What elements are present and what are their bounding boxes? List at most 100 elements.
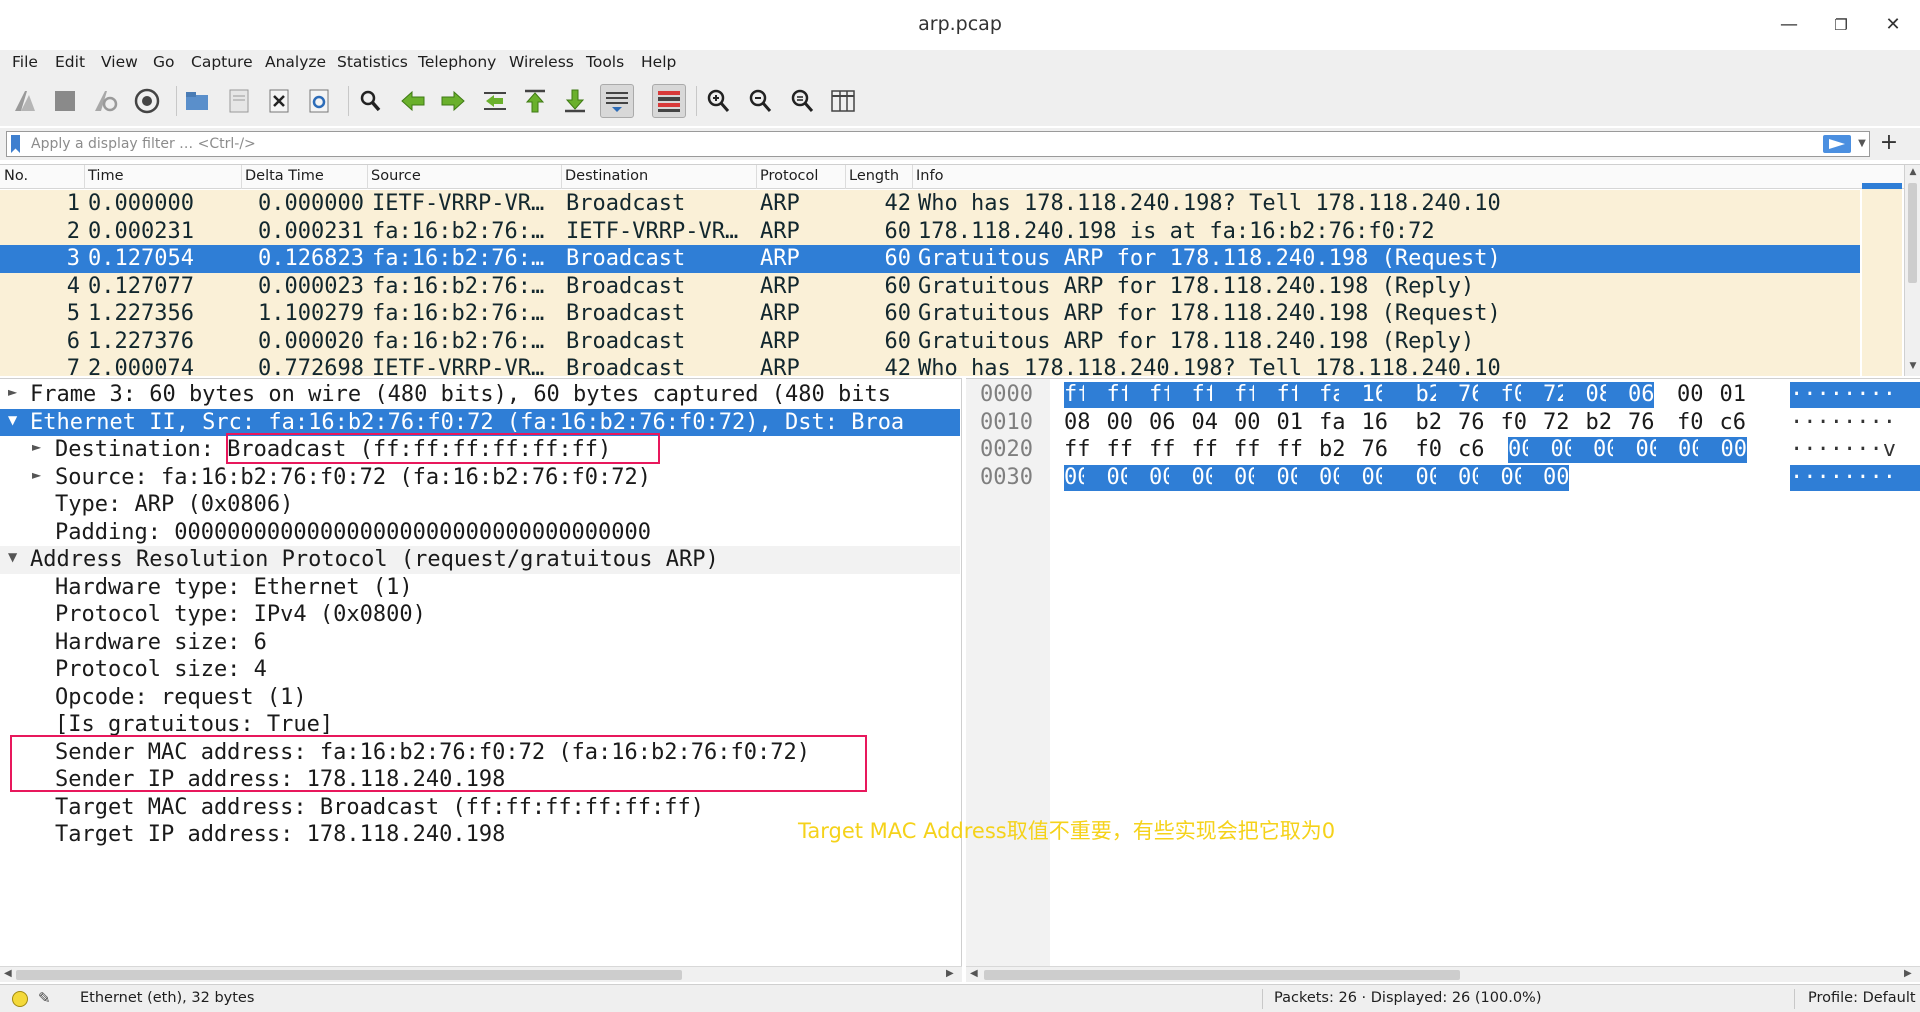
go-last-packet-icon[interactable] — [558, 84, 592, 118]
bytes-hscrollbar[interactable]: ◀ ▶ — [966, 966, 1920, 982]
collapse-arrow-icon[interactable]: ▼ — [8, 550, 17, 564]
hex-byte[interactable]: 72 — [1543, 410, 1570, 436]
hex-byte[interactable]: 00 — [1415, 464, 1442, 491]
auto-scroll-icon[interactable] — [600, 84, 634, 118]
status-profile[interactable]: Profile: Default — [1808, 990, 1916, 1006]
hex-byte[interactable]: 00 — [1458, 464, 1485, 491]
hex-byte[interactable]: ff — [1064, 382, 1091, 408]
chevron-down-icon[interactable]: ▼ — [1855, 134, 1869, 154]
menu-tools[interactable]: Tools — [586, 53, 624, 71]
scroll-thumb[interactable] — [984, 970, 1460, 980]
hex-byte[interactable]: 08 — [1585, 382, 1612, 408]
expand-arrow-icon[interactable]: ► — [32, 468, 41, 482]
hex-byte[interactable]: 06 — [1628, 382, 1655, 408]
hex-byte[interactable]: 00 — [1064, 464, 1091, 491]
hex-ascii[interactable]: ········ — [1790, 410, 1920, 436]
tree-item-arp-hw-type[interactable]: Hardware type: Ethernet (1) — [0, 574, 960, 602]
scroll-left-icon[interactable]: ◀ — [970, 968, 978, 979]
hex-row[interactable]: 0000 ff ff ff ff ff ff fa 16 b2 76 f0 72… — [966, 381, 1920, 409]
packet-row[interactable]: 7 2.000074 0.772698 IETF-VRRP-VR… Broadc… — [0, 355, 1860, 376]
hex-byte[interactable]: 00 — [1543, 464, 1570, 491]
hex-byte[interactable]: 00 — [1149, 464, 1176, 491]
expand-arrow-icon[interactable]: ► — [32, 440, 41, 454]
restart-capture-icon[interactable] — [88, 84, 122, 118]
hex-byte[interactable]: 00 — [1677, 382, 1704, 408]
tree-item-arp-opcode[interactable]: Opcode: request (1) — [0, 684, 960, 712]
minimize-icon[interactable]: — — [1774, 12, 1804, 38]
scroll-left-icon[interactable]: ◀ — [4, 968, 12, 979]
hex-byte[interactable]: 01 — [1277, 410, 1304, 436]
packet-row[interactable]: 5 1.227356 1.100279 fa:16:b2:76:… Broadc… — [0, 300, 1860, 328]
hex-ascii[interactable]: ········ — [1790, 464, 1920, 491]
scroll-right-icon[interactable]: ▶ — [946, 968, 954, 979]
reload-file-icon[interactable] — [302, 84, 336, 118]
hex-byte[interactable]: 00 — [1635, 437, 1662, 463]
hex-byte[interactable]: 06 — [1149, 410, 1176, 436]
tree-item-arp[interactable]: ▼ Address Resolution Protocol (request/g… — [0, 546, 960, 574]
restore-icon[interactable]: ❐ — [1826, 12, 1856, 38]
scroll-right-icon[interactable]: ▶ — [1904, 968, 1912, 979]
menu-telephony[interactable]: Telephony — [418, 53, 496, 71]
apply-filter-arrow-icon[interactable] — [1823, 135, 1851, 153]
zoom-out-icon[interactable] — [744, 84, 778, 118]
hex-byte[interactable]: f0 — [1677, 410, 1704, 436]
hex-byte[interactable]: ff — [1276, 382, 1303, 408]
hex-byte[interactable]: b2 — [1319, 437, 1346, 463]
hex-byte[interactable]: ff — [1191, 382, 1218, 408]
hex-byte[interactable]: f0 — [1500, 382, 1527, 408]
menu-view[interactable]: View — [101, 53, 138, 71]
hex-byte[interactable]: 00 — [1234, 464, 1261, 491]
start-capture-icon[interactable] — [8, 84, 42, 118]
hex-byte[interactable]: fa — [1319, 382, 1346, 408]
column-header-time[interactable]: Time — [88, 168, 124, 188]
hex-byte[interactable]: ff — [1106, 382, 1133, 408]
scroll-up-icon[interactable]: ▲ — [1907, 167, 1919, 179]
scroll-thumb[interactable] — [1908, 183, 1917, 283]
capture-options-icon[interactable] — [130, 84, 164, 118]
tree-item-arp-hw-size[interactable]: Hardware size: 6 — [0, 629, 960, 657]
hex-byte[interactable]: 16 — [1362, 410, 1389, 436]
expert-info-icon[interactable] — [12, 991, 28, 1007]
zoom-normal-icon[interactable] — [786, 84, 820, 118]
hex-byte[interactable]: 00 — [1191, 464, 1218, 491]
hex-byte[interactable]: 00 — [1593, 437, 1620, 463]
hex-byte[interactable]: ff — [1064, 437, 1091, 463]
tree-item-eth-source[interactable]: ► Source: fa:16:b2:76:f0:72 (fa:16:b2:76… — [0, 464, 960, 492]
packet-row[interactable]: 4 0.127077 0.000023 fa:16:b2:76:… Broadc… — [0, 272, 1860, 300]
close-file-icon[interactable] — [262, 84, 296, 118]
menu-statistics[interactable]: Statistics — [337, 53, 408, 71]
details-hscrollbar[interactable]: ◀ ▶ — [0, 966, 962, 982]
hex-byte[interactable]: 00 — [1106, 464, 1133, 491]
hex-byte[interactable]: 00 — [1508, 437, 1535, 463]
hex-row[interactable]: 0010 08 00 06 04 00 01 fa 16 b2 76 f0 72… — [966, 409, 1920, 437]
hex-byte[interactable]: ff — [1107, 437, 1134, 463]
hex-byte[interactable]: 76 — [1458, 410, 1485, 436]
packet-row[interactable]: 6 1.227376 0.000020 fa:16:b2:76:… Broadc… — [0, 327, 1860, 355]
menu-capture[interactable]: Capture — [191, 53, 253, 71]
add-filter-button-plus-icon[interactable]: + — [1876, 130, 1902, 156]
hex-byte[interactable]: b2 — [1415, 382, 1442, 408]
packet-list-scrollbar[interactable]: ▲ ▼ — [1904, 165, 1920, 376]
menu-edit[interactable]: Edit — [55, 53, 85, 71]
column-header-length[interactable]: Length — [849, 168, 899, 188]
hex-byte[interactable]: 76 — [1458, 382, 1485, 408]
hex-byte[interactable]: 76 — [1362, 437, 1389, 463]
hex-byte[interactable]: f0 — [1416, 437, 1443, 463]
hex-byte[interactable]: b2 — [1586, 410, 1613, 436]
hex-byte[interactable]: 08 — [1064, 410, 1091, 436]
colorize-icon[interactable] — [652, 84, 686, 118]
packet-minimap[interactable] — [1862, 165, 1902, 376]
hex-byte[interactable]: ff — [1149, 382, 1176, 408]
go-to-packet-icon[interactable] — [478, 84, 512, 118]
hex-byte[interactable]: 00 — [1319, 464, 1346, 491]
save-file-icon[interactable] — [222, 84, 256, 118]
hex-byte[interactable]: 00 — [1720, 437, 1747, 463]
menu-help[interactable]: Help — [641, 53, 676, 71]
hex-ascii[interactable]: ········ — [1790, 382, 1920, 408]
close-icon[interactable]: ✕ — [1878, 12, 1908, 38]
hex-byte[interactable]: ff — [1192, 437, 1219, 463]
tree-item-arp-proto-size[interactable]: Protocol size: 4 — [0, 656, 960, 684]
go-first-packet-icon[interactable] — [518, 84, 552, 118]
hex-byte[interactable]: 00 — [1234, 410, 1261, 436]
tree-item-eth-type[interactable]: Type: ARP (0x0806) — [0, 491, 960, 519]
